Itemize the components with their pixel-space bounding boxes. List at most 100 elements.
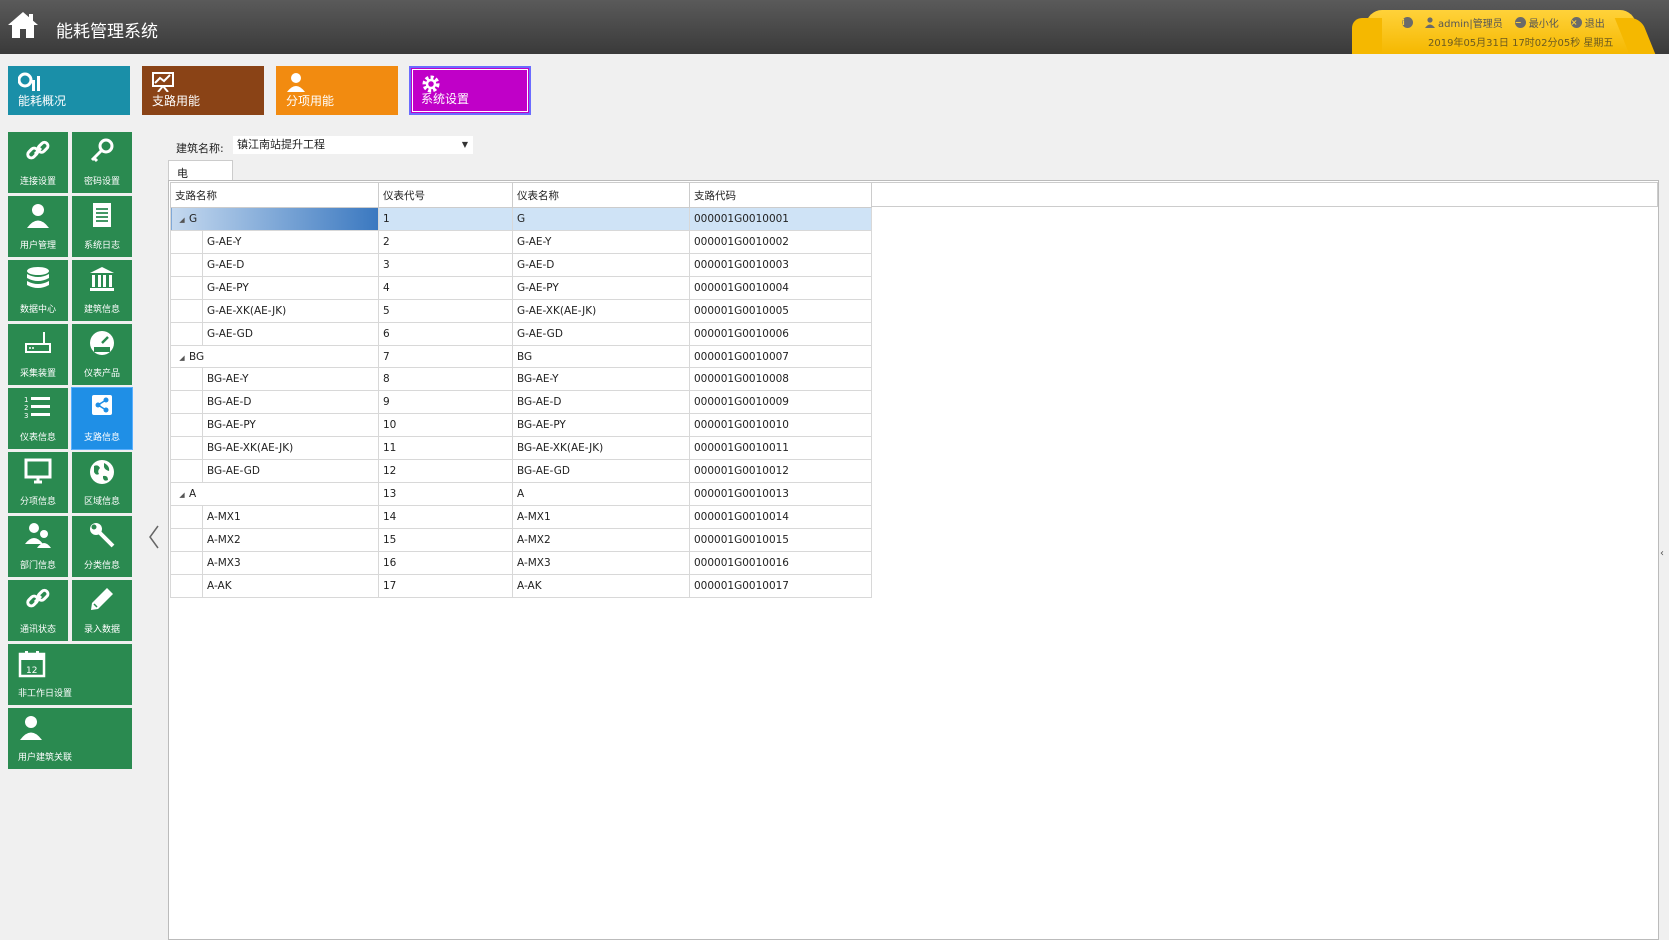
branch-name-cell[interactable]: BG-AE-D — [170, 390, 379, 415]
branch-code-cell[interactable]: 000001G0010012 — [689, 459, 872, 484]
table-row[interactable]: A-MX2 15 A-MX2 000001G0010015 — [170, 528, 872, 553]
meter-no-cell[interactable]: 9 — [378, 390, 513, 415]
branch-name-cell[interactable]: BG-AE-XK(AE-JK) — [170, 436, 379, 461]
branch-code-cell[interactable]: 000001G0010004 — [689, 275, 872, 300]
meter-name-cell[interactable]: BG-AE-Y — [512, 367, 690, 392]
table-row[interactable]: G-AE-D 3 G-AE-D 000001G0010003 — [170, 252, 872, 277]
side-menu-item-1[interactable]: 密码设置 — [72, 132, 132, 193]
branch-name-cell[interactable]: ◢ BG — [170, 344, 379, 369]
branch-code-cell[interactable]: 000001G0010011 — [689, 436, 872, 461]
branch-code-cell[interactable]: 000001G0010009 — [689, 390, 872, 415]
table-row[interactable]: G-AE-XK(AE-JK) 5 G-AE-XK(AE-JK) 000001G0010… — [170, 298, 872, 323]
module-branch-energy[interactable]: 支路用能 — [142, 66, 264, 115]
minimize-button[interactable]: − 最小化 — [1514, 15, 1559, 30]
branch-name-cell[interactable]: G-AE-PY — [170, 275, 379, 300]
meter-name-cell[interactable]: A-MX3 — [512, 551, 690, 576]
table-row[interactable]: BG-AE-PY 10 BG-AE-PY 000001G0010010 — [170, 413, 872, 438]
tree-expand-icon[interactable]: ◢ — [175, 491, 189, 499]
meter-no-cell[interactable]: 11 — [378, 436, 513, 461]
branch-name-cell[interactable]: A-MX2 — [170, 528, 379, 553]
meter-name-cell[interactable]: G-AE-Y — [512, 229, 690, 254]
branch-name-cell[interactable]: G-AE-Y — [170, 229, 379, 254]
branch-code-cell[interactable]: 000001G0010005 — [689, 298, 872, 323]
side-menu-item-9[interactable]: 支路信息 — [71, 387, 133, 450]
column-header-branch-code[interactable]: 支路代码 — [689, 182, 872, 208]
table-row[interactable]: BG-AE-Y 8 BG-AE-Y 000001G0010008 — [170, 367, 872, 392]
meter-name-cell[interactable]: G-AE-PY — [512, 275, 690, 300]
side-menu-item-4[interactable]: 数据中心 — [8, 260, 68, 321]
branch-code-cell[interactable]: 000001G0010003 — [689, 252, 872, 277]
meter-name-cell[interactable]: A-AK — [512, 574, 690, 599]
side-menu-item-15[interactable]: 录入数据 — [72, 580, 132, 641]
table-row[interactable]: ◢ G 1 G 000001G0010001 — [170, 207, 872, 231]
side-menu-item-16[interactable]: 12 非工作日设置 — [8, 644, 132, 705]
table-row[interactable]: G-AE-PY 4 G-AE-PY 000001G0010004 — [170, 275, 872, 300]
meter-name-cell[interactable]: A-MX2 — [512, 528, 690, 553]
meter-name-cell[interactable]: BG-AE-PY — [512, 413, 690, 438]
side-menu-item-5[interactable]: 建筑信息 — [72, 260, 132, 321]
branch-code-cell[interactable]: 000001G0010013 — [689, 482, 872, 507]
column-header-meter-name[interactable]: 仪表名称 — [512, 182, 690, 208]
meter-no-cell[interactable]: 17 — [378, 574, 513, 599]
branch-name-cell[interactable]: BG-AE-Y — [170, 367, 379, 392]
side-menu-item-12[interactable]: 部门信息 — [8, 516, 68, 577]
meter-name-cell[interactable]: BG-AE-D — [512, 390, 690, 415]
branch-code-cell[interactable]: 000001G0010006 — [689, 321, 872, 346]
side-menu-item-13[interactable]: 分类信息 — [72, 516, 132, 577]
meter-no-cell[interactable]: 2 — [378, 229, 513, 254]
side-menu-item-17[interactable]: 用户建筑关联 — [8, 708, 132, 769]
meter-no-cell[interactable]: 7 — [378, 344, 513, 369]
home-icon[interactable] — [6, 10, 40, 40]
column-header-branch-name[interactable]: 支路名称 — [170, 182, 379, 208]
side-menu-item-10[interactable]: 分项信息 — [8, 452, 68, 513]
branch-name-cell[interactable]: G-AE-XK(AE-JK) — [170, 298, 379, 323]
branch-name-cell[interactable]: A-AK — [170, 574, 379, 599]
side-menu-item-0[interactable]: 连接设置 — [8, 132, 68, 193]
tree-expand-icon[interactable]: ◢ — [175, 354, 189, 362]
building-select[interactable]: 镇江南站提升工程 ▼ — [233, 136, 473, 154]
branch-name-cell[interactable]: G-AE-GD — [170, 321, 379, 346]
meter-no-cell[interactable]: 8 — [378, 367, 513, 392]
table-row[interactable]: ◢ A 13 A 000001G0010013 — [170, 482, 872, 507]
meter-no-cell[interactable]: 14 — [378, 505, 513, 530]
branch-name-cell[interactable]: A-MX1 — [170, 505, 379, 530]
logout-button[interactable]: × 退出 — [1570, 15, 1605, 30]
table-row[interactable]: G-AE-GD 6 G-AE-GD 000001G0010006 — [170, 321, 872, 346]
branch-code-cell[interactable]: 000001G0010017 — [689, 574, 872, 599]
meter-name-cell[interactable]: BG-AE-GD — [512, 459, 690, 484]
branch-code-cell[interactable]: 000001G0010008 — [689, 367, 872, 392]
info-icon[interactable]: i — [1402, 17, 1413, 28]
side-menu-item-6[interactable]: 采集装置 — [8, 324, 68, 385]
meter-no-cell[interactable]: 12 — [378, 459, 513, 484]
meter-no-cell[interactable]: 10 — [378, 413, 513, 438]
module-item-energy[interactable]: 分项用能 — [276, 66, 398, 115]
table-row[interactable]: BG-AE-XK(AE-JK) 11 BG-AE-XK(AE-JK) 000001G0… — [170, 436, 872, 461]
meter-name-cell[interactable]: G-AE-D — [512, 252, 690, 277]
collapse-sidebar-icon[interactable] — [148, 524, 160, 550]
meter-no-cell[interactable]: 4 — [378, 275, 513, 300]
table-row[interactable]: A-MX3 16 A-MX3 000001G0010016 — [170, 551, 872, 576]
branch-name-cell[interactable]: BG-AE-GD — [170, 459, 379, 484]
branch-code-cell[interactable]: 000001G0010010 — [689, 413, 872, 438]
meter-name-cell[interactable]: BG — [512, 344, 690, 369]
meter-name-cell[interactable]: BG-AE-XK(AE-JK) — [512, 436, 690, 461]
branch-code-cell[interactable]: 000001G0010007 — [689, 344, 872, 369]
side-menu-item-14[interactable]: 通讯状态 — [8, 580, 68, 641]
meter-no-cell[interactable]: 3 — [378, 252, 513, 277]
side-menu-item-3[interactable]: 系统日志 — [72, 196, 132, 257]
branch-name-cell[interactable]: BG-AE-PY — [170, 413, 379, 438]
branch-code-cell[interactable]: 000001G0010014 — [689, 505, 872, 530]
meter-name-cell[interactable]: G-AE-GD — [512, 321, 690, 346]
side-menu-item-7[interactable]: 仪表产品 — [72, 324, 132, 385]
branch-code-cell[interactable]: 000001G0010016 — [689, 551, 872, 576]
branch-name-cell[interactable]: ◢ G — [170, 207, 379, 231]
meter-name-cell[interactable]: G — [512, 207, 690, 231]
table-row[interactable]: ◢ BG 7 BG 000001G0010007 — [170, 344, 872, 369]
module-energy-overview[interactable]: 能耗概况 — [8, 66, 130, 115]
meter-no-cell[interactable]: 6 — [378, 321, 513, 346]
meter-no-cell[interactable]: 1 — [378, 207, 513, 231]
meter-no-cell[interactable]: 13 — [378, 482, 513, 507]
side-menu-item-8[interactable]: 1 2 3 仪表信息 — [8, 388, 68, 449]
meter-name-cell[interactable]: G-AE-XK(AE-JK) — [512, 298, 690, 323]
meter-no-cell[interactable]: 15 — [378, 528, 513, 553]
